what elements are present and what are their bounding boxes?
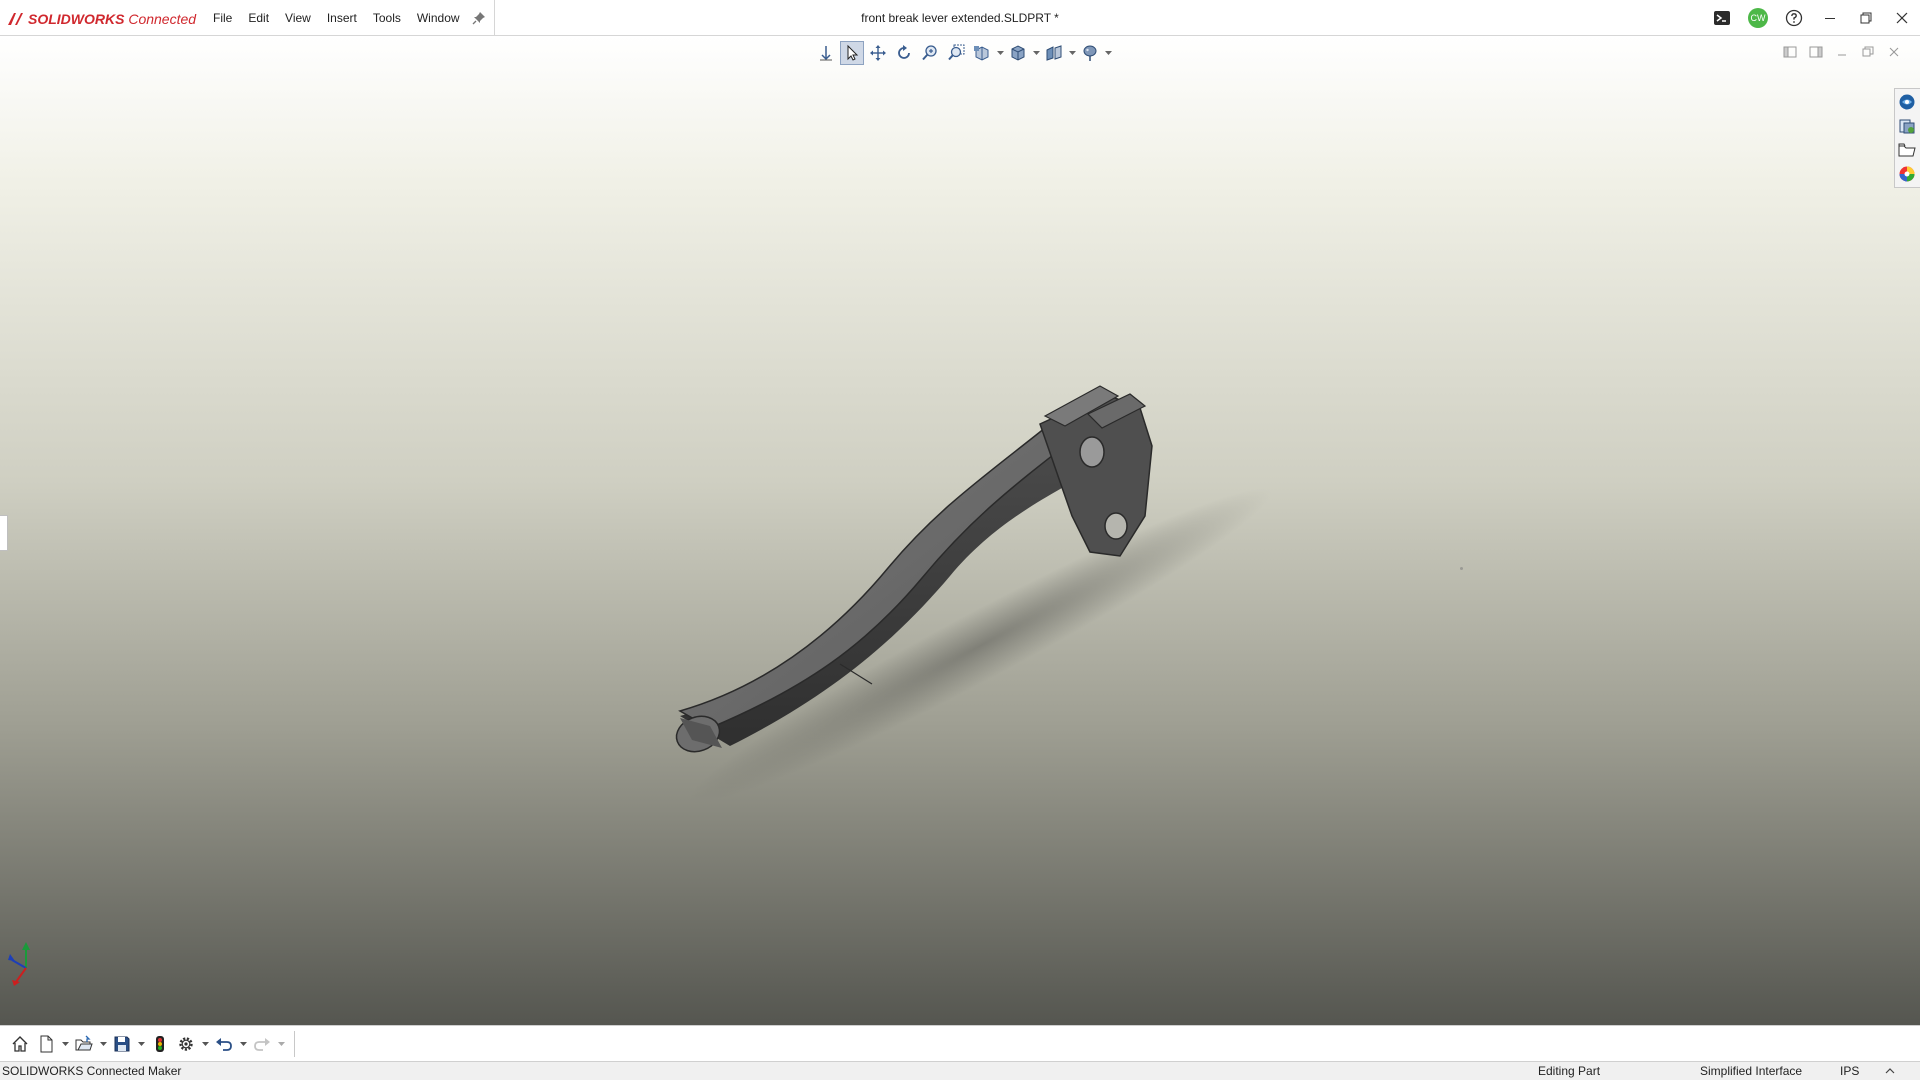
save-icon[interactable] xyxy=(110,1032,134,1056)
viewport-close-icon[interactable] xyxy=(1884,42,1904,62)
quick-access-toolbar xyxy=(0,1025,1920,1061)
pin-icon[interactable] xyxy=(472,11,486,25)
status-product: SOLIDWORKS Connected Maker xyxy=(2,1064,182,1078)
restore-icon[interactable] xyxy=(1848,0,1884,36)
select-icon[interactable] xyxy=(840,41,864,65)
status-bar: SOLIDWORKS Connected Maker Editing Part … xyxy=(0,1061,1920,1080)
display-style-caret-icon[interactable] xyxy=(1032,41,1040,65)
undo-caret-icon[interactable] xyxy=(238,1032,248,1056)
section-view-caret-icon[interactable] xyxy=(996,41,1004,65)
brake-lever-model[interactable] xyxy=(640,316,1280,856)
appearance-icon[interactable] xyxy=(1078,41,1102,65)
status-mode: Editing Part xyxy=(1538,1064,1601,1078)
redo-caret-icon[interactable] xyxy=(276,1032,286,1056)
brand-bold: SOLIDWORKS xyxy=(28,11,125,27)
task-pane-tabs xyxy=(1894,88,1920,188)
status-units[interactable]: IPS xyxy=(1840,1062,1859,1080)
solidworks-window: SOLIDWORKS Connected File Edit View Inse… xyxy=(0,0,1920,1080)
app-logo[interactable]: SOLIDWORKS Connected xyxy=(6,9,196,29)
status-interface[interactable]: Simplified Interface xyxy=(1700,1062,1802,1080)
minimize-icon[interactable] xyxy=(1812,0,1848,36)
reference-triad-icon xyxy=(8,942,30,986)
close-icon[interactable] xyxy=(1884,0,1920,36)
tile-left-icon[interactable] xyxy=(1780,42,1800,62)
menu-file[interactable]: File xyxy=(205,0,240,36)
undo-icon[interactable] xyxy=(212,1032,236,1056)
hide-show-caret-icon[interactable] xyxy=(1068,41,1076,65)
viewport-speck xyxy=(1460,567,1463,570)
view-orientation-icon[interactable] xyxy=(814,41,838,65)
menu-view[interactable]: View xyxy=(277,0,319,36)
rotate-icon[interactable] xyxy=(892,41,916,65)
new-caret-icon[interactable] xyxy=(60,1032,70,1056)
viewport-minimize-icon[interactable] xyxy=(1832,42,1852,62)
save-caret-icon[interactable] xyxy=(136,1032,146,1056)
menu-edit[interactable]: Edit xyxy=(240,0,277,36)
menu-insert[interactable]: Insert xyxy=(319,0,365,36)
tile-right-icon[interactable] xyxy=(1806,42,1826,62)
title-bar-controls: CW xyxy=(1704,0,1920,36)
options-icon[interactable] xyxy=(174,1032,198,1056)
brand-rest: Connected xyxy=(124,11,197,27)
units-caret-icon[interactable] xyxy=(1884,1065,1896,1077)
graphics-area[interactable] xyxy=(0,36,1920,1025)
user-avatar[interactable]: CW xyxy=(1740,0,1776,36)
menu-bar: File Edit View Insert Tools Window xyxy=(205,0,495,36)
section-view-icon[interactable] xyxy=(970,41,994,65)
menu-tools[interactable]: Tools xyxy=(365,0,409,36)
display-style-icon[interactable] xyxy=(1006,41,1030,65)
pan-icon[interactable] xyxy=(866,41,890,65)
avatar-initials: CW xyxy=(1748,8,1768,28)
menu-window[interactable]: Window xyxy=(409,0,468,36)
traffic-light-icon[interactable] xyxy=(148,1032,172,1056)
zoom-in-out-icon[interactable] xyxy=(918,41,942,65)
file-explorer-icon[interactable] xyxy=(1895,139,1919,161)
title-bar: SOLIDWORKS Connected File Edit View Inse… xyxy=(0,0,1920,36)
new-document-icon[interactable] xyxy=(34,1032,58,1056)
open-icon[interactable] xyxy=(72,1032,96,1056)
heads-up-view-toolbar xyxy=(814,40,1112,66)
ds-logo-icon xyxy=(8,13,23,25)
home-icon[interactable] xyxy=(8,1032,32,1056)
open-caret-icon[interactable] xyxy=(98,1032,108,1056)
hide-show-icon[interactable] xyxy=(1042,41,1066,65)
appearances-icon[interactable] xyxy=(1895,163,1919,185)
solidworks-resources-icon[interactable] xyxy=(1895,91,1919,113)
options-caret-icon[interactable] xyxy=(200,1032,210,1056)
command-prompt-icon[interactable] xyxy=(1704,0,1740,36)
quick-access-group xyxy=(8,1031,295,1057)
design-library-icon[interactable] xyxy=(1895,115,1919,137)
feature-manager-flyout-tab[interactable] xyxy=(0,515,8,551)
redo-icon[interactable] xyxy=(250,1032,274,1056)
appearance-caret-icon[interactable] xyxy=(1104,41,1112,65)
viewport-window-controls xyxy=(1780,42,1904,62)
viewport-restore-icon[interactable] xyxy=(1858,42,1878,62)
help-icon[interactable] xyxy=(1776,0,1812,36)
zoom-to-area-icon[interactable] xyxy=(944,41,968,65)
brand-name: SOLIDWORKS Connected xyxy=(28,11,196,27)
